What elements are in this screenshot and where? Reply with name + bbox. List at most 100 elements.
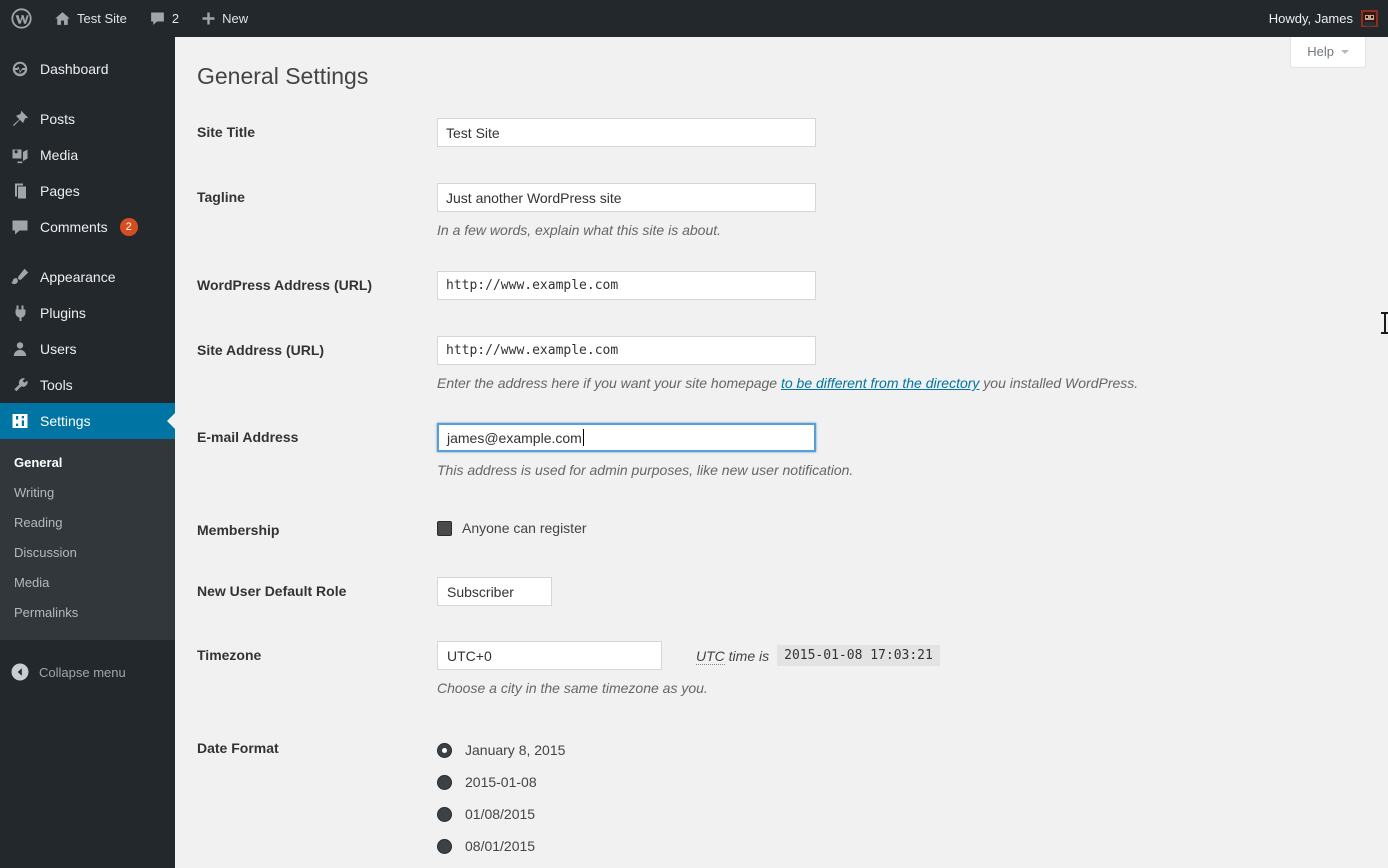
date-format-radio-2[interactable]: [437, 807, 452, 822]
site-title-input[interactable]: Test Site: [437, 118, 816, 147]
wp-address-label: WordPress Address (URL): [197, 271, 437, 300]
sidebar-item-label: Users: [40, 341, 77, 357]
site-name-menu[interactable]: Test Site: [43, 0, 138, 37]
pages-icon: [10, 181, 30, 201]
timezone-select[interactable]: UTC+0: [437, 641, 662, 670]
sidebar-item-label: Dashboard: [40, 61, 109, 77]
default-role-select[interactable]: Subscriber: [437, 577, 552, 606]
date-format-option-label: 01/08/2015: [465, 806, 535, 822]
sidebar-item-label: Media: [40, 147, 78, 163]
sidebar-item-label: Tools: [40, 377, 73, 393]
sidebar-item-plugins[interactable]: Plugins: [0, 295, 175, 331]
text-caret: [583, 429, 584, 446]
site-address-row: Site Address (URL) http://www.example.co…: [197, 336, 1348, 391]
comment-icon: [10, 217, 30, 237]
utc-abbr: UTC: [696, 648, 725, 665]
page-title: General Settings: [197, 60, 1348, 92]
site-address-value: http://www.example.com: [446, 343, 618, 358]
wordpress-menu[interactable]: [0, 0, 43, 37]
help-label: Help: [1307, 44, 1334, 59]
tagline-input[interactable]: Just another WordPress site: [437, 183, 816, 212]
settings-icon: [10, 411, 30, 431]
brush-icon: [10, 267, 30, 287]
default-role-value: Subscriber: [447, 584, 514, 600]
plug-icon: [10, 303, 30, 323]
timezone-row: Timezone UTC+0 UTC time is 2015-01-08 17…: [197, 641, 1348, 696]
plus-icon: [201, 11, 216, 26]
help-button[interactable]: Help: [1290, 37, 1366, 68]
sidebar-item-appearance[interactable]: Appearance: [0, 259, 175, 295]
site-title-label: Site Title: [197, 118, 437, 147]
sidebar-item-label: Settings: [40, 413, 91, 429]
email-row: E-mail Address james@example.com This ad…: [197, 423, 1348, 478]
wp-address-input[interactable]: http://www.example.com: [437, 271, 816, 300]
date-format-radio-1[interactable]: [437, 775, 452, 790]
settings-submenu: General Writing Reading Discussion Media…: [0, 439, 175, 640]
anyone-can-register-checkbox[interactable]: [437, 521, 452, 536]
comments-shortcut[interactable]: 2: [138, 0, 190, 37]
sidebar-item-label: Posts: [40, 111, 75, 127]
new-label: New: [222, 11, 248, 26]
different-directory-link[interactable]: to be different from the directory: [781, 375, 979, 391]
date-format-option: January 8, 2015: [437, 734, 565, 766]
email-label: E-mail Address: [197, 423, 437, 478]
sidebar-item-posts[interactable]: Posts: [0, 101, 175, 137]
sidebar-item-dashboard[interactable]: Dashboard: [0, 51, 175, 87]
utc-time-code: 2015-01-08 17:03:21: [777, 645, 940, 666]
timezone-value: UTC+0: [447, 648, 492, 664]
home-icon: [54, 10, 71, 27]
comment-bubble-icon: [149, 10, 166, 27]
submenu-item-media[interactable]: Media: [0, 568, 175, 598]
timezone-label: Timezone: [197, 641, 437, 696]
user-avatar[interactable]: [1361, 10, 1378, 27]
sidebar-item-comments[interactable]: Comments 2: [0, 209, 175, 245]
comments-count: 2: [172, 11, 179, 26]
submenu-item-writing[interactable]: Writing: [0, 478, 175, 508]
site-name-label: Test Site: [77, 11, 127, 26]
submenu-item-general[interactable]: General: [0, 448, 175, 478]
wrench-icon: [10, 375, 30, 395]
admin-bar-left: Test Site 2 New: [0, 0, 259, 37]
tagline-label: Tagline: [197, 183, 437, 238]
site-address-help: Enter the address here if you want your …: [437, 375, 1138, 391]
main-content: Help General Settings Site Title Test Si…: [175, 37, 1388, 868]
sidebar-item-label: Plugins: [40, 305, 86, 321]
collapse-menu-button[interactable]: Collapse menu: [0, 652, 175, 692]
site-title-value: Test Site: [446, 125, 500, 141]
tagline-value: Just another WordPress site: [446, 190, 622, 206]
site-address-input[interactable]: http://www.example.com: [437, 336, 816, 365]
default-role-label: New User Default Role: [197, 577, 437, 606]
comments-badge: 2: [120, 218, 138, 236]
submenu-item-reading[interactable]: Reading: [0, 508, 175, 538]
sidebar-item-label: Pages: [40, 183, 80, 199]
sidebar-item-media[interactable]: Media: [0, 137, 175, 173]
email-field[interactable]: james@example.com: [437, 423, 816, 452]
sidebar-item-pages[interactable]: Pages: [0, 173, 175, 209]
sidebar-item-settings[interactable]: Settings: [0, 403, 175, 439]
utc-time-display: UTC time is 2015-01-08 17:03:21: [696, 645, 940, 666]
collapse-arrow-icon: [10, 662, 30, 682]
date-format-option-label: 08/01/2015: [465, 838, 535, 854]
admin-bar-right: Howdy, James: [1259, 0, 1388, 37]
date-format-option-label: 2015-01-08: [465, 774, 537, 790]
howdy-label[interactable]: Howdy, James: [1269, 11, 1353, 26]
admin-bar: Test Site 2 New Howdy, James: [0, 0, 1388, 37]
timezone-help: Choose a city in the same timezone as yo…: [437, 680, 940, 696]
sidebar-item-label: Appearance: [40, 269, 116, 285]
admin-sidebar: Dashboard Posts Media Pages Comments 2 A…: [0, 37, 175, 868]
wordpress-logo-icon: [11, 8, 32, 29]
date-format-radio-0[interactable]: [437, 743, 452, 758]
wp-address-value: http://www.example.com: [446, 278, 618, 293]
date-format-radio-3[interactable]: [437, 839, 452, 854]
submenu-item-permalinks[interactable]: Permalinks: [0, 598, 175, 628]
new-content-menu[interactable]: New: [190, 0, 259, 37]
date-format-option-label: January 8, 2015: [465, 742, 565, 758]
tagline-help: In a few words, explain what this site i…: [437, 222, 816, 238]
sidebar-item-tools[interactable]: Tools: [0, 367, 175, 403]
sidebar-item-users[interactable]: Users: [0, 331, 175, 367]
date-format-option: 01/08/2015: [437, 798, 565, 830]
collapse-menu-label: Collapse menu: [39, 665, 126, 680]
anyone-can-register-label: Anyone can register: [462, 520, 587, 536]
site-address-label: Site Address (URL): [197, 336, 437, 391]
submenu-item-discussion[interactable]: Discussion: [0, 538, 175, 568]
